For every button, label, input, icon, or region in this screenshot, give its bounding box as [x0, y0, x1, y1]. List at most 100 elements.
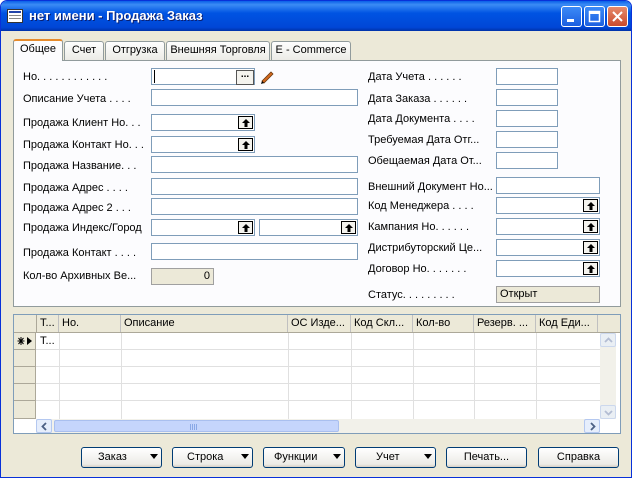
row-selector[interactable]: [14, 367, 36, 384]
grid-col-line: [288, 333, 289, 419]
tab-foreign-trade[interactable]: Внешняя Торговля: [166, 41, 270, 60]
sell-to-customer-no-field[interactable]: [151, 114, 255, 131]
help-button[interactable]: Справка: [538, 447, 619, 468]
lookup-button[interactable]: [341, 221, 356, 234]
sell-to-address-field[interactable]: [151, 178, 358, 195]
order-date-field[interactable]: [496, 89, 558, 106]
chevron-up-icon: [604, 337, 613, 343]
arrow-up-icon: [587, 202, 595, 210]
external-doc-no-label: Внешний Документ Но...: [368, 181, 493, 193]
no-assist-button[interactable]: ...: [236, 70, 254, 85]
column-header-reserved[interactable]: Резерв. ...: [474, 315, 536, 332]
arrow-up-icon: [242, 224, 250, 232]
scroll-down-button[interactable]: [600, 405, 616, 419]
order-menu-label: Заказ: [98, 451, 127, 463]
grid-col-line: [474, 333, 475, 419]
lookup-button[interactable]: [583, 199, 598, 212]
horizontal-scrollbar[interactable]: [36, 419, 600, 433]
close-icon: [612, 11, 623, 22]
row-selector[interactable]: [14, 384, 36, 401]
tab-general[interactable]: Общее: [13, 39, 63, 61]
promised-delivery-field[interactable]: [496, 152, 558, 169]
campaign-no-field[interactable]: [496, 218, 600, 235]
row-selector[interactable]: [14, 350, 36, 367]
arrow-up-icon: [587, 265, 595, 273]
lookup-button[interactable]: [238, 221, 253, 234]
grid-col-line: [536, 333, 537, 419]
requested-delivery-field[interactable]: [496, 131, 558, 148]
contract-no-field[interactable]: [496, 260, 600, 277]
tab-shipping[interactable]: Отгрузка: [105, 41, 165, 60]
sell-to-city-field[interactable]: [259, 219, 358, 236]
lookup-button[interactable]: [238, 138, 253, 151]
grid-col-line: [59, 333, 60, 419]
grid-header: Т... Но. Описание ОС Изде... Код Скл... …: [14, 315, 620, 333]
posting-description-field[interactable]: [151, 89, 358, 106]
row-selector-new[interactable]: [14, 333, 36, 350]
title-bar[interactable]: нет имени - Продажа Заказ: [1, 1, 631, 31]
scroll-right-button[interactable]: [584, 419, 600, 433]
grid-col-line: [121, 333, 122, 419]
print-button[interactable]: Печать...: [446, 447, 527, 468]
column-header-quantity[interactable]: Кол-во: [413, 315, 474, 332]
posting-menu-label: Учет: [376, 451, 400, 463]
sell-to-contact-field[interactable]: [151, 243, 358, 260]
posting-menu-button[interactable]: Учет: [355, 447, 436, 468]
column-header-type[interactable]: Т...: [37, 315, 59, 332]
tab-invoicing[interactable]: Счет: [64, 41, 104, 60]
functions-menu-label: Функции: [274, 451, 318, 463]
responsibility-center-field[interactable]: [496, 239, 600, 256]
sell-to-contact-no-label: Продажа Контакт Но. . .: [23, 139, 144, 151]
scroll-left-button[interactable]: [36, 419, 52, 433]
dropdown-arrow-icon: [241, 454, 249, 459]
close-button[interactable]: [607, 6, 628, 27]
document-date-label: Дата Документа . . . .: [368, 113, 475, 125]
functions-menu-button[interactable]: Функции: [263, 447, 345, 468]
column-header-description[interactable]: Описание: [121, 315, 288, 332]
sell-to-contact-no-field[interactable]: [151, 136, 255, 153]
scroll-thumb[interactable]: [54, 420, 339, 432]
column-header-variant[interactable]: ОС Изде...: [288, 315, 351, 332]
chevron-left-icon: [41, 422, 47, 431]
sales-order-window: нет имени - Продажа Заказ Общее Счет Отг…: [0, 0, 632, 478]
tab-e-commerce[interactable]: E - Commerce: [271, 41, 351, 60]
row-selector[interactable]: [14, 401, 36, 419]
column-header-no[interactable]: Но.: [59, 315, 121, 332]
row-selector-header: [14, 315, 37, 332]
pencil-icon[interactable]: [258, 68, 276, 85]
lookup-button[interactable]: [583, 220, 598, 233]
new-record-asterisk-arrow-icon: [17, 337, 32, 345]
line-menu-button[interactable]: Строка: [172, 447, 253, 468]
sell-to-post-code-field[interactable]: [151, 219, 255, 236]
maximize-button[interactable]: [584, 6, 605, 27]
sell-to-address2-label: Продажа Адрес 2 . . .: [23, 202, 131, 214]
grid-col-line: [351, 333, 352, 419]
sell-to-name-label: Продажа Название. . .: [23, 160, 137, 172]
sales-lines-grid[interactable]: Т... Но. Описание ОС Изде... Код Скл... …: [13, 314, 621, 434]
order-menu-button[interactable]: Заказ: [81, 447, 162, 468]
posting-description-label: Описание Учета . . . .: [23, 93, 131, 105]
campaign-no-label: Кампания Но. . . . . .: [368, 221, 470, 233]
scroll-up-button[interactable]: [600, 333, 616, 347]
sell-to-name-field[interactable]: [151, 156, 358, 173]
arrow-up-icon: [345, 224, 353, 232]
sell-to-customer-no-label: Продажа Клиент Но. . .: [23, 117, 141, 129]
posting-date-field[interactable]: [496, 68, 558, 85]
general-panel: Но. . . . . . . . . . . . ... Описание У…: [13, 60, 621, 307]
contract-no-label: Договор Но. . . . . . .: [368, 263, 467, 275]
lookup-button[interactable]: [238, 116, 253, 129]
external-doc-no-field[interactable]: [496, 177, 600, 194]
lookup-button[interactable]: [583, 262, 598, 275]
status-field: Открыт: [496, 286, 600, 303]
document-date-field[interactable]: [496, 110, 558, 127]
sell-to-address2-field[interactable]: [151, 198, 358, 215]
column-header-location[interactable]: Код Скл...: [351, 315, 413, 332]
column-header-uom[interactable]: Код Еди...: [536, 315, 598, 332]
vertical-scrollbar[interactable]: [600, 333, 616, 419]
dropdown-arrow-icon: [424, 454, 432, 459]
minimize-button[interactable]: [561, 6, 582, 27]
salesperson-code-field[interactable]: [496, 197, 600, 214]
lookup-button[interactable]: [583, 241, 598, 254]
order-date-label: Дата Заказа . . . . . .: [368, 93, 468, 105]
line-type-cell[interactable]: Т...: [40, 333, 59, 349]
